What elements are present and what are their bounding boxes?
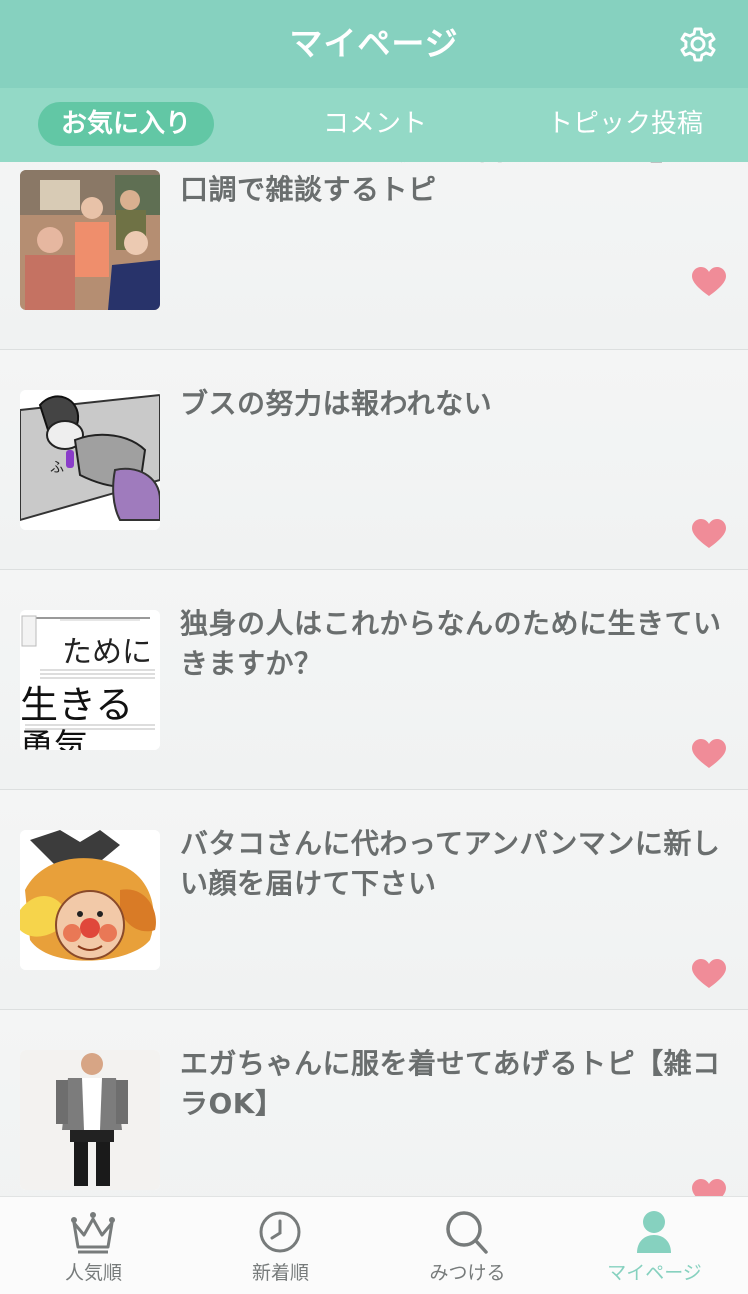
- crown-icon: [71, 1212, 115, 1254]
- nav-label: 人気順: [64, 1262, 122, 1284]
- nav-label: 新着順: [251, 1262, 309, 1284]
- nav-label: マイページ: [607, 1262, 702, 1284]
- bottom-nav: 人気順 新着順 みつける マイページ: [0, 1196, 748, 1294]
- nav-label: みつける: [429, 1262, 506, 1284]
- nav-newest[interactable]: 新着順: [187, 1197, 374, 1294]
- svg-text:勇気: 勇気: [20, 727, 88, 750]
- thumbnail-image: [20, 170, 160, 310]
- tab-comments[interactable]: コメント: [300, 102, 450, 146]
- nav-search[interactable]: みつける: [374, 1197, 561, 1294]
- thumbnail-image: ふ: [20, 390, 160, 530]
- topic-title[interactable]: エガちゃんに服を着せてあげるトピ【雑コラOK】: [180, 1044, 728, 1124]
- tab-topic-posts[interactable]: トピック投稿: [530, 102, 720, 146]
- heart-icon[interactable]: [692, 739, 726, 769]
- gear-icon: [680, 27, 716, 62]
- nav-ranking[interactable]: 人気順: [0, 1197, 187, 1294]
- svg-text:生きる: 生きる: [20, 683, 133, 727]
- heart-icon[interactable]: [692, 959, 726, 989]
- list-item[interactable]: 【こしらえる】『渡る世間は鬼ばかり』の口調で雑談するトピ: [0, 162, 748, 350]
- search-icon: [446, 1211, 488, 1254]
- tab-favorites[interactable]: お気に入り: [38, 102, 214, 146]
- topic-title[interactable]: ブスの努力は報われない: [180, 384, 728, 424]
- list-item[interactable]: ために 生きる 勇気 独身の人はこれからなんのために生きていきますか？: [0, 570, 748, 790]
- nav-mypage[interactable]: マイページ: [561, 1197, 748, 1294]
- topic-title[interactable]: バタコさんに代わってアンパンマンに新しい顔を届けて下さい: [180, 824, 728, 904]
- heart-icon[interactable]: [692, 519, 726, 549]
- page-title: マイページ: [289, 24, 459, 63]
- svg-text:ために: ために: [62, 635, 152, 670]
- svg-text:ふ: ふ: [50, 460, 64, 476]
- favorites-list: 【こしらえる】『渡る世間は鬼ばかり』の口調で雑談するトピ ふ ブスの努力: [0, 162, 748, 1196]
- clock-icon: [259, 1211, 301, 1253]
- heart-icon[interactable]: [692, 1179, 726, 1196]
- topic-title[interactable]: 【こしらえる】『渡る世間は鬼ばかり』の口調で雑談するトピ: [180, 162, 728, 210]
- thumbnail-image: [20, 1050, 160, 1190]
- person-icon: [637, 1211, 671, 1253]
- thumbnail-image: [20, 830, 160, 970]
- thumbnail-image: ために 生きる 勇気: [20, 610, 160, 750]
- settings-button[interactable]: [674, 20, 722, 68]
- list-item[interactable]: ふ ブスの努力は報われない: [0, 350, 748, 570]
- list-item[interactable]: エガちゃんに服を着せてあげるトピ【雑コラOK】: [0, 1010, 748, 1196]
- heart-icon[interactable]: [692, 267, 726, 297]
- header-bar: マイページ: [0, 0, 748, 88]
- app-root: マイページ お気に入り コメント トピック投稿 口調で雑談するトピ ふ ブスの努…: [0, 0, 748, 1294]
- topic-title[interactable]: 独身の人はこれからなんのために生きていきますか？: [180, 604, 728, 684]
- list-item[interactable]: バタコさんに代わってアンパンマンに新しい顔を届けて下さい: [0, 790, 748, 1010]
- tab-bar: お気に入り コメント トピック投稿: [0, 88, 748, 162]
